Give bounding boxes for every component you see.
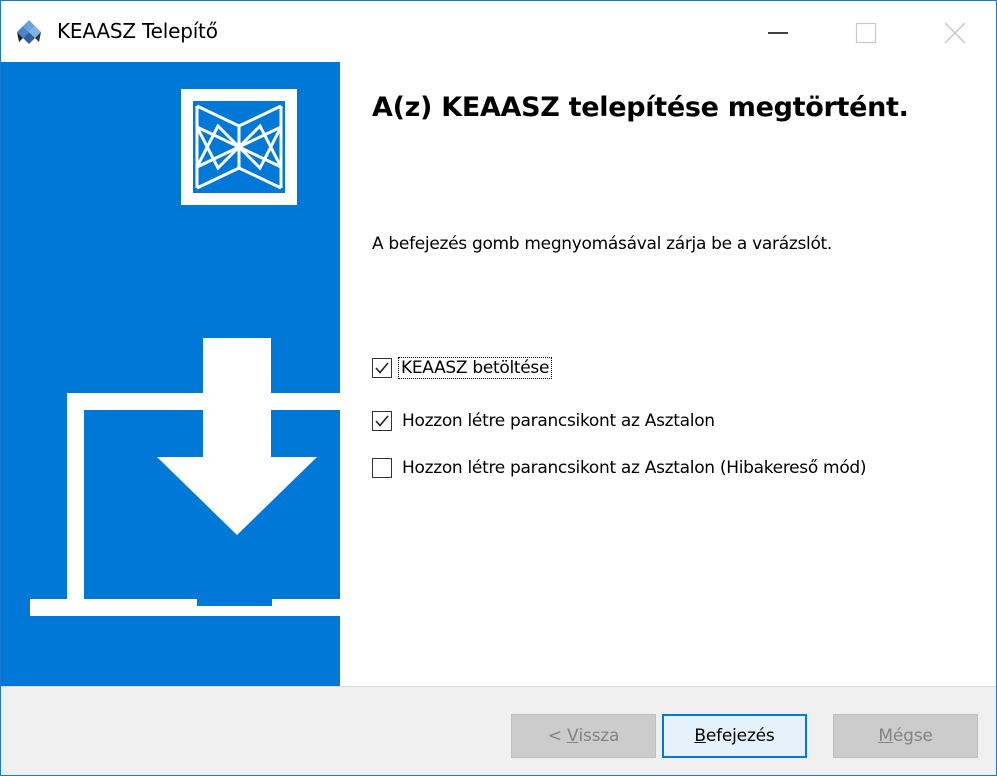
download-laptop-icon	[30, 338, 340, 616]
app-icon	[17, 20, 41, 44]
minimize-icon	[768, 32, 788, 34]
checkmark-icon	[375, 362, 389, 374]
back-button[interactable]: < Vissza	[511, 714, 656, 758]
back-button-accelerator: V	[567, 726, 579, 746]
checkbox-desktop-shortcut-debug[interactable]	[372, 458, 392, 478]
installer-window: KEAASZ Telepítő A(z) KEAASZ telepítése m…	[0, 0, 997, 776]
description-text: A befejezés gomb megnyomásával zárja be …	[372, 234, 833, 254]
close-button[interactable]	[919, 1, 989, 62]
option-label: KEAASZ betöltése	[398, 357, 553, 379]
checkbox-desktop-shortcut[interactable]	[372, 411, 392, 431]
option-label: Hozzon létre parancsikont az Asztalon	[402, 411, 715, 431]
close-icon	[944, 22, 966, 44]
content-area: A(z) KEAASZ telepítése megtörtént. A bef…	[340, 62, 996, 686]
finish-button[interactable]: Befejezés	[662, 714, 807, 758]
minimize-button[interactable]	[743, 1, 813, 62]
keaasz-logo	[181, 89, 297, 205]
finish-button-label: efejezés	[705, 726, 775, 746]
title-bar[interactable]: KEAASZ Telepítő	[1, 1, 996, 62]
option-desktop-shortcut[interactable]: Hozzon létre parancsikont az Asztalon	[372, 409, 717, 433]
cancel-button[interactable]: Mégse	[833, 714, 978, 758]
side-panel	[1, 62, 340, 686]
back-button-label: issza	[578, 726, 620, 746]
maximize-icon	[855, 22, 877, 44]
maximize-button[interactable]	[831, 1, 901, 62]
button-bar: < Vissza Befejezés Mégse	[1, 686, 996, 775]
page-title: A(z) KEAASZ telepítése megtörtént.	[372, 92, 909, 123]
window-title: KEAASZ Telepítő	[57, 19, 218, 43]
option-label: Hozzon létre parancsikont az Asztalon (H…	[402, 458, 867, 478]
cancel-button-label: égse	[892, 726, 933, 746]
checkbox-run-keaasz[interactable]	[372, 358, 392, 378]
back-button-prefix: <	[547, 726, 568, 746]
option-desktop-shortcut-debug[interactable]: Hozzon létre parancsikont az Asztalon (H…	[372, 456, 868, 480]
cancel-button-accelerator: M	[878, 726, 893, 746]
finish-button-accelerator: B	[694, 726, 706, 746]
checkmark-icon	[375, 415, 389, 427]
option-run-keaasz[interactable]: KEAASZ betöltése	[372, 356, 553, 380]
